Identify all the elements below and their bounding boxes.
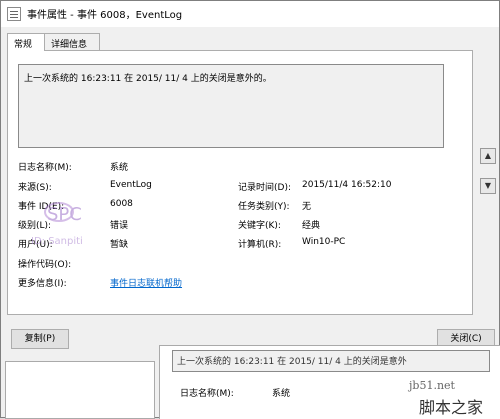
window-title: 事件属性 - 事件 6008，EventLog	[27, 10, 183, 21]
keywords-label: 关键字(K):	[238, 221, 281, 231]
logged-label: 记录时间(D):	[238, 183, 291, 193]
task-category-label: 任务类别(Y):	[238, 202, 290, 212]
event-id-label: 事件 ID(E):	[18, 202, 65, 212]
computer-label: 计算机(R):	[238, 240, 282, 250]
task-category-value: 无	[302, 202, 312, 212]
scroll-down-icon[interactable]: ▼	[480, 178, 496, 194]
more-info-label: 更多信息(I):	[18, 279, 67, 289]
background-log-name-label: 日志名称(M):	[180, 389, 234, 399]
event-description[interactable]: 上一次系统的 16:23:11 在 2015/ 11/ 4 上的关闭是意外的。	[18, 64, 444, 148]
background-list-pane	[5, 361, 155, 419]
app-log-icon	[7, 7, 21, 21]
title-bar: 事件属性 - 事件 6008，EventLog	[1, 1, 499, 27]
level-value: 错误	[110, 221, 129, 231]
computer-value: Win10-PC	[302, 237, 346, 247]
user-label: 用户(U):	[18, 240, 53, 250]
keywords-value: 经典	[302, 221, 321, 231]
logged-value: 2015/11/4 16:52:10	[302, 180, 392, 190]
event-log-online-help-link[interactable]: 事件日志联机帮助	[110, 276, 182, 289]
background-event-description: 上一次系统的 16:23:11 在 2015/ 11/ 4 上的关闭是意外	[172, 350, 490, 372]
background-log-name-value: 系统	[272, 389, 291, 399]
log-name-value: 系统	[110, 163, 129, 173]
tab-general[interactable]: 常规	[7, 33, 45, 51]
general-panel: 上一次系统的 16:23:11 在 2015/ 11/ 4 上的关闭是意外的。 …	[7, 50, 473, 315]
user-value: 暂缺	[110, 240, 129, 250]
source-value: EventLog	[110, 180, 152, 190]
tab-details[interactable]: 详细信息	[44, 33, 100, 50]
copy-button[interactable]: 复制(P)	[11, 329, 69, 349]
level-label: 级别(L):	[18, 221, 52, 231]
site-name-watermark: 脚本之家	[419, 398, 484, 417]
event-id-value: 6008	[110, 199, 133, 209]
site-url-watermark: jb51.net	[409, 379, 455, 392]
opcode-label: 操作代码(O):	[18, 260, 72, 270]
log-name-label: 日志名称(M):	[18, 163, 72, 173]
scroll-up-icon[interactable]: ▲	[480, 148, 496, 164]
event-properties-window: 事件属性 - 事件 6008，EventLog 常规 详细信息 上一次系统的 1…	[0, 0, 500, 419]
source-label: 来源(S):	[18, 183, 52, 193]
